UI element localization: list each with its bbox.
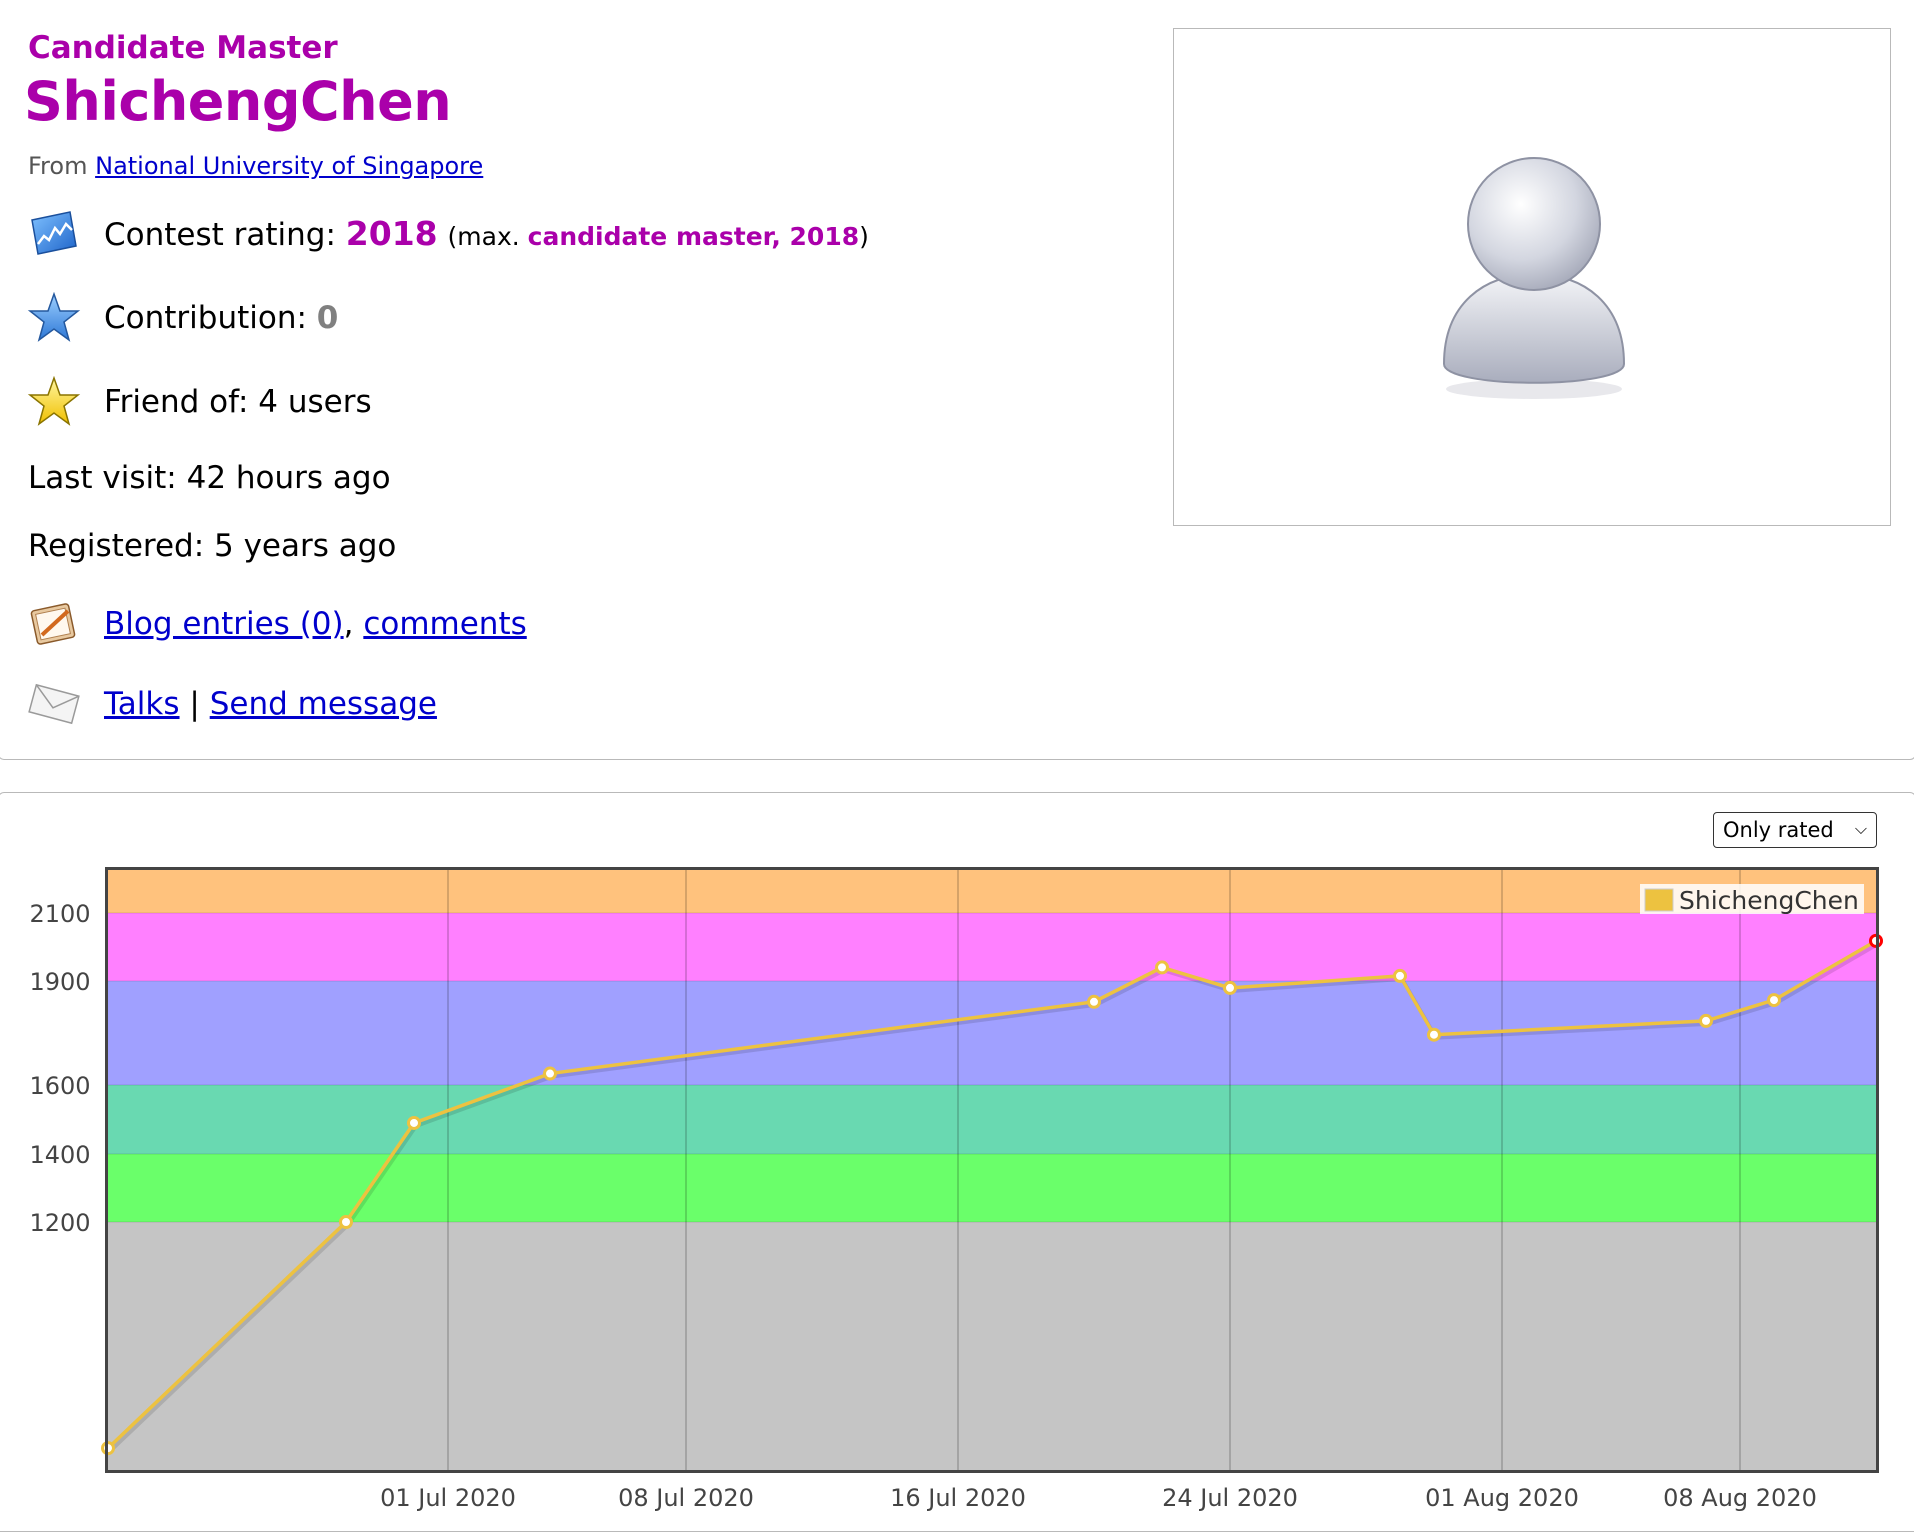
y-tick-label: 2100 — [29, 900, 90, 928]
y-tick-label: 1900 — [29, 968, 90, 996]
rating-chart: 1200 1400 1600 1900 2100 01 Jul 2020 08 Jul 20… — [29, 867, 1883, 1512]
x-tick-label: 08 Aug 2020 — [1663, 1484, 1817, 1512]
rating-band-2 — [108, 1085, 1876, 1154]
rating-point — [1155, 960, 1169, 975]
rating-point — [339, 1215, 353, 1229]
rating-band-5 — [108, 870, 1876, 913]
rating-point — [1393, 968, 1407, 983]
x-tick-label: 08 Jul 2020 — [618, 1484, 754, 1512]
y-tick-label: 1600 — [29, 1072, 90, 1100]
rating-band-0 — [108, 1222, 1876, 1470]
rating-point — [1427, 1027, 1441, 1042]
rating-point — [543, 1066, 557, 1081]
legend-label: ShichengChen — [1679, 886, 1859, 915]
legend-swatch — [1644, 888, 1674, 912]
x-tick-label: 16 Jul 2020 — [890, 1484, 1026, 1512]
rating-point — [1699, 1013, 1713, 1028]
rating-point — [407, 1115, 421, 1130]
rating-point — [1767, 993, 1781, 1008]
x-tick-label: 24 Jul 2020 — [1162, 1484, 1298, 1512]
rating-band-3 — [108, 981, 1876, 1085]
x-tick-label: 01 Jul 2020 — [380, 1484, 516, 1512]
rating-point — [1087, 994, 1101, 1009]
y-tick-label: 1200 — [29, 1209, 90, 1237]
rating-band-4 — [108, 913, 1876, 981]
y-tick-label: 1400 — [29, 1141, 90, 1169]
x-tick-label: 01 Aug 2020 — [1425, 1484, 1579, 1512]
rating-point — [1223, 980, 1237, 995]
